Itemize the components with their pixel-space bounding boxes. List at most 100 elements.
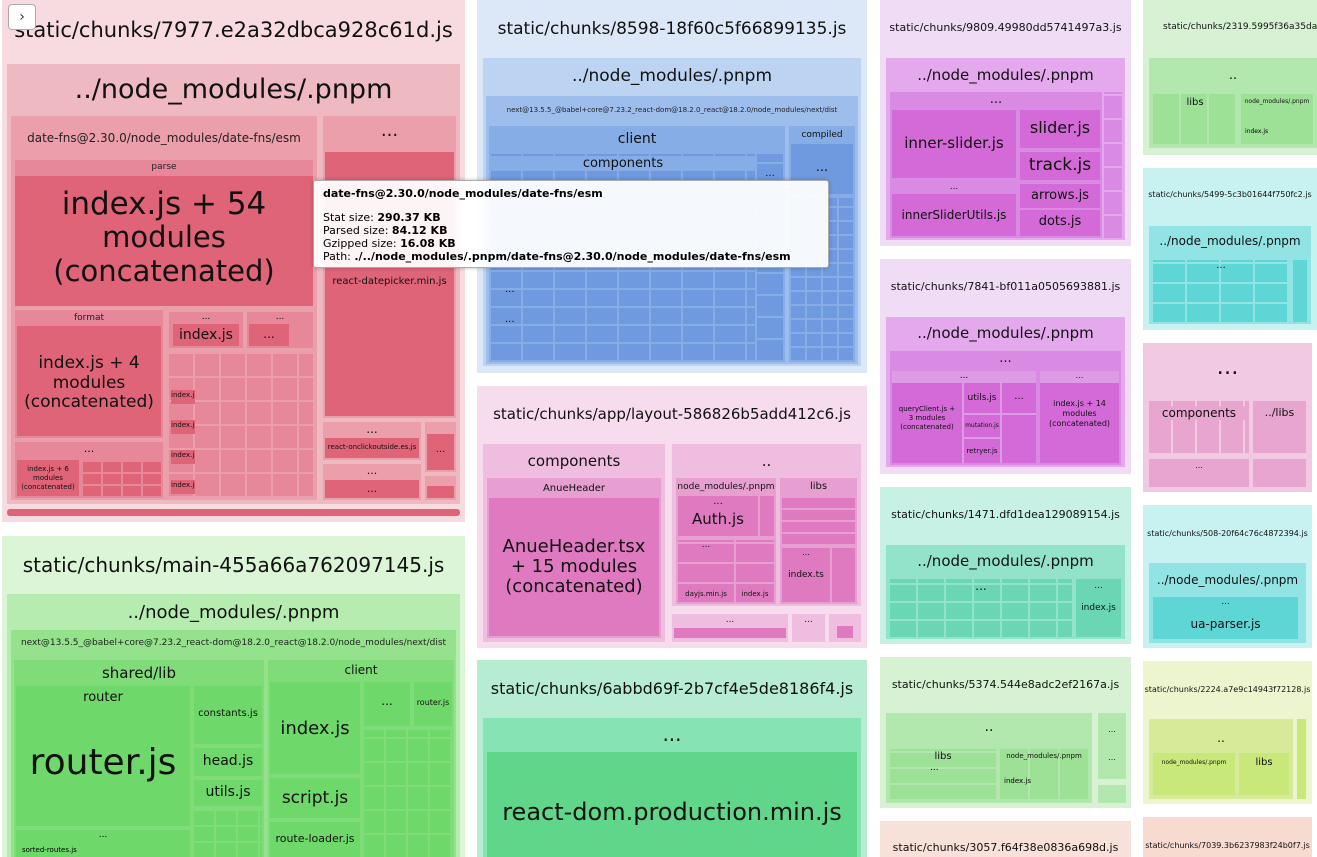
nm-group[interactable]: node_modules/.pnpm index.js — [1241, 94, 1313, 144]
anueheader-module[interactable]: AnueHeader.tsx + 15 modules (concatenate… — [489, 498, 659, 636]
inner-utils-group[interactable]: ... innerSliderUtils.js — [892, 182, 1016, 236]
module-index-inner[interactable]: index.js — [173, 324, 239, 346]
misc-module-inner[interactable] — [427, 486, 454, 498]
misc-module[interactable] — [1297, 719, 1306, 799]
index-ts-module[interactable]: ... index.ts — [782, 548, 830, 602]
pnpm-group[interactable]: ../node_modules/.pnpm date-fns@2.30.0/no… — [7, 64, 460, 504]
misc-module[interactable] — [829, 614, 861, 642]
shared-lib-group[interactable]: shared/lib router router.js constants.js… — [14, 660, 264, 857]
chunk-3057[interactable]: static/chunks/3057.f64f38e0836a698d.js — [880, 821, 1131, 857]
chunk-2224[interactable]: static/chunks/2224.a7e9c14943f72128.js .… — [1143, 661, 1312, 804]
inner-utils-module[interactable]: innerSliderUtils.js — [892, 194, 1016, 236]
router-group[interactable]: router router.js — [16, 686, 190, 826]
misc-grid[interactable] — [782, 496, 855, 544]
misc-group[interactable]: ... inner-slider.js slider.js track.js .… — [890, 92, 1102, 238]
components-group[interactable]: components — [1149, 401, 1249, 453]
pnpm-group[interactable]: ../node_modules/.pnpm ... ... queryClien… — [886, 317, 1125, 467]
dotdot-group[interactable]: .. node_modules/.pnpm libs — [1149, 719, 1293, 799]
small-index-module[interactable]: index.js — [171, 480, 195, 494]
client-group[interactable]: client index.js script.js route-loader.j… — [268, 660, 454, 857]
misc-group[interactable]: ... react-dom.production.min.js — [483, 718, 861, 857]
dotdot-group[interactable]: .. node_modules/.pnpm ... Auth.js ... da… — [672, 444, 861, 606]
retryer-module[interactable]: retryer.js — [964, 439, 1000, 463]
onclickoutside-group[interactable]: ... react-onclickoutside.es.js — [323, 422, 421, 460]
index14-group[interactable]: ... index.js + 14 modules (concatenated) — [1040, 371, 1119, 463]
nm-group[interactable]: node_modules/.pnpm — [1153, 753, 1235, 795]
dots-module[interactable]: dots.js — [1020, 210, 1100, 236]
anueheader-group[interactable]: AnueHeader AnueHeader.tsx + 15 modules (… — [487, 478, 661, 638]
router-small-module[interactable]: router.js — [414, 682, 452, 726]
misc-module[interactable]: ... — [364, 682, 410, 726]
misc-module[interactable] — [1098, 785, 1126, 803]
dotdot-group[interactable]: .. libs ... node_modules/.pnpm index.js — [886, 713, 1092, 803]
index-group[interactable]: ... index.js — [1076, 579, 1121, 637]
parse-index-module[interactable]: index.js + 54 modules (concatenated) — [15, 176, 313, 306]
misc-module[interactable]: ... — [425, 422, 456, 472]
bottom-misc-group[interactable]: ... index.js + 6 modules (concatenated) — [15, 442, 163, 498]
small-index-module[interactable]: index.js — [171, 450, 195, 464]
misc-module[interactable] — [1253, 459, 1306, 487]
mutation-module[interactable]: mutation.js — [964, 415, 1000, 437]
misc-group[interactable]: ... — [1153, 260, 1289, 322]
misc-module[interactable]: ... — [1002, 383, 1036, 413]
chunk-6abbd[interactable]: static/chunks/6abbd69f-2b7cf4e5de8186f4.… — [477, 660, 867, 857]
nm-group[interactable]: node_modules/.pnpm index.js — [1000, 749, 1088, 799]
small-index-module[interactable]: index.js — [171, 420, 195, 434]
chunk-508[interactable]: static/chunks/508-20f64c76c4872394.js ..… — [1143, 505, 1312, 648]
misc-grid[interactable] — [1002, 415, 1036, 463]
arrows-module[interactable]: arrows.js — [1020, 184, 1100, 208]
misc-module[interactable]: ... — [672, 614, 788, 642]
misc-module-inner[interactable] — [837, 626, 853, 638]
module-misc-inner[interactable]: ... — [249, 324, 289, 346]
ua-group[interactable]: ... ua-parser.js — [1153, 597, 1298, 639]
format-index-module[interactable]: index.js + 4 modules (concatenated) — [17, 326, 161, 436]
misc-grid[interactable]: ... dayjs.min.js — [678, 540, 734, 602]
misc-grid[interactable] — [832, 548, 855, 602]
small-index-module[interactable]: index.js — [171, 390, 195, 404]
track-module[interactable]: track.js — [1020, 152, 1100, 180]
libs-group[interactable]: ../libs — [1253, 401, 1306, 453]
libs-group[interactable]: libs ... — [890, 749, 996, 799]
module-misc[interactable]: ... ... — [247, 312, 313, 348]
query-module[interactable]: queryClient.js + 3 modules (concatenated… — [892, 383, 962, 463]
reactdom-module[interactable]: react-dom.production.min.js — [487, 752, 857, 857]
libs-group[interactable]: libs — [1239, 753, 1289, 795]
chunk-7039[interactable]: static/chunks/7039.3b6237983f24b0f7.js — [1143, 817, 1312, 857]
libs-group[interactable]: libs — [1153, 94, 1237, 144]
head-module[interactable]: head.js — [194, 748, 262, 776]
onclickoutside-module[interactable]: react-onclickoutside.es.js — [325, 438, 419, 458]
chunk-pink-small[interactable]: … components ../libs ... — [1143, 343, 1312, 492]
misc-module[interactable]: ... — [1149, 459, 1249, 487]
misc-module-inner[interactable]: ... — [325, 480, 419, 498]
sidebar-toggle-button[interactable]: › — [8, 4, 36, 30]
components-group[interactable]: components AnueHeader AnueHeader.tsx + 1… — [483, 444, 665, 642]
pnpm-group[interactable]: ../node_modules/.pnpm next@13.5.5_@babel… — [7, 594, 460, 857]
misc-module[interactable] — [1293, 260, 1307, 322]
chunk-main[interactable]: static/chunks/main-455a66a762097145.js .… — [2, 536, 465, 857]
misc-module-inner[interactable] — [674, 628, 786, 638]
misc-module-inner[interactable]: ... — [427, 434, 454, 470]
pnpm-group[interactable]: ../node_modules/.pnpm ... ... index.js — [886, 545, 1125, 639]
chunk-2319[interactable]: static/chunks/2319.5995f36a35dab94 .. li… — [1143, 0, 1317, 155]
misc-module[interactable]: ... ... — [323, 464, 421, 500]
nm-group[interactable]: node_modules/.pnpm ... Auth.js ... dayjs… — [676, 478, 776, 604]
misc-grid[interactable] — [1104, 92, 1122, 238]
utils-module[interactable]: utils.js — [194, 780, 262, 806]
next-dist-group[interactable]: next@13.5.5_@babel+core@7.23.2_react-dom… — [11, 630, 456, 857]
bottom-misc-grid[interactable] — [83, 460, 161, 496]
chunk-9809[interactable]: static/chunks/9809.49980dd5741497a3.js .… — [880, 0, 1131, 246]
constants-module[interactable]: constants.js — [194, 686, 262, 744]
module-index[interactable]: ... index.js — [169, 312, 243, 348]
slider-module[interactable]: slider.js — [1020, 110, 1100, 148]
utils-module[interactable]: utils.js — [964, 383, 1000, 413]
misc-grid[interactable]: index.js — [736, 540, 774, 602]
route-loader-module[interactable]: route-loader.js — [270, 822, 360, 857]
misc-grid[interactable] — [364, 730, 452, 857]
misc-module[interactable]: ... — [792, 614, 825, 642]
index6-module[interactable]: index.js + 6 modules (concatenated) — [17, 460, 79, 496]
chunk-1471[interactable]: static/chunks/1471.dfd1dea129089154.js .… — [880, 487, 1131, 644]
script-module[interactable]: script.js — [270, 778, 360, 818]
misc-module[interactable]: ... ... — [1098, 713, 1126, 779]
misc-group[interactable]: ... ... queryClient.js + 3 modules (conc… — [890, 351, 1121, 465]
chunk-5374[interactable]: static/chunks/5374.544e8adc2ef2167a.js .… — [880, 657, 1131, 808]
